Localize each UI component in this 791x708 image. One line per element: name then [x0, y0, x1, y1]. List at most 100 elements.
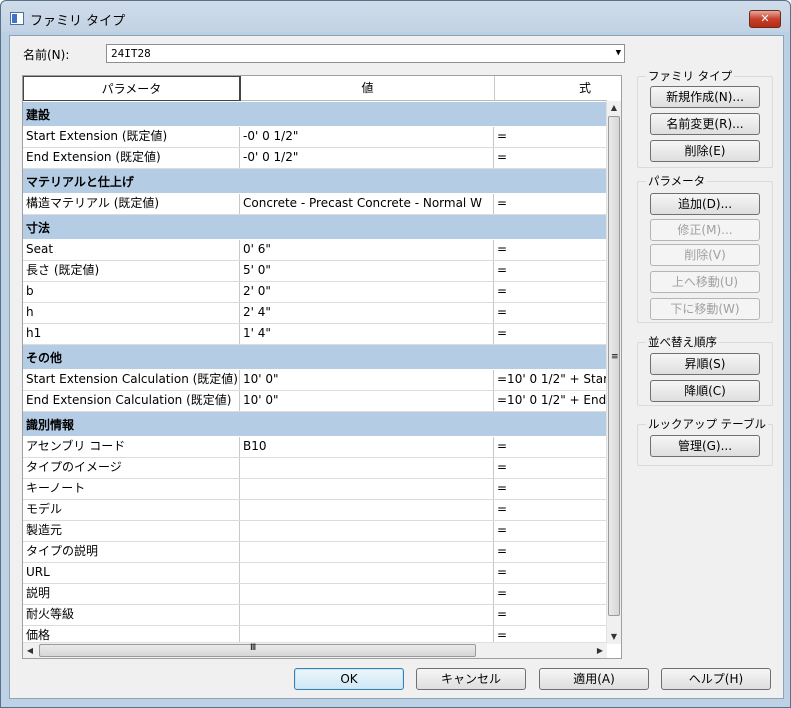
add-parameter-button[interactable]: 追加(D)...: [650, 193, 760, 215]
move-down-button[interactable]: 下に移動(W): [650, 298, 760, 320]
parameter-cell: Seat: [23, 240, 240, 260]
table-row[interactable]: h1 1' 4" =: [23, 324, 607, 345]
value-cell[interactable]: 2' 4": [240, 303, 494, 323]
table-row[interactable]: Start Extension (既定値) -0' 0 1/2" =: [23, 127, 607, 148]
table-row[interactable]: h 2' 4" =: [23, 303, 607, 324]
formula-cell[interactable]: =: [494, 479, 607, 499]
new-type-button[interactable]: 新規作成(N)...: [650, 86, 760, 108]
ok-button[interactable]: OK: [294, 668, 404, 690]
group-header[interactable]: 建設: [23, 102, 607, 127]
remove-parameter-button[interactable]: 削除(V): [650, 244, 760, 266]
sort-ascending-button[interactable]: 昇順(S): [650, 353, 760, 375]
parameter-cell: キーノート: [23, 479, 240, 499]
triangle-right-icon[interactable]: ▶: [593, 643, 607, 658]
table-row[interactable]: タイプの説明 =: [23, 542, 607, 563]
formula-cell[interactable]: =: [494, 626, 607, 642]
table-row[interactable]: End Extension (既定値) -0' 0 1/2" =: [23, 148, 607, 169]
table-row[interactable]: End Extension Calculation (既定値) 10' 0" =10…: [23, 391, 607, 412]
formula-cell[interactable]: =: [494, 521, 607, 541]
value-cell[interactable]: [240, 563, 494, 583]
table-row[interactable]: 耐火等級 =: [23, 605, 607, 626]
value-cell[interactable]: B10: [240, 437, 494, 457]
value-cell[interactable]: 2' 0": [240, 282, 494, 302]
formula-cell[interactable]: =: [494, 261, 607, 281]
formula-cell[interactable]: =10' 0 1/2" + End: [494, 391, 607, 411]
formula-cell[interactable]: =: [494, 542, 607, 562]
formula-cell[interactable]: =: [494, 584, 607, 604]
group-label: マテリアルと仕上げ: [26, 175, 134, 189]
group-header[interactable]: その他: [23, 345, 607, 370]
type-name-dropdown[interactable]: 24IT28 ▼: [106, 44, 625, 63]
column-header-parameter[interactable]: パラメータ: [23, 76, 241, 101]
formula-cell[interactable]: =: [494, 282, 607, 302]
value-cell[interactable]: 10' 0": [240, 391, 494, 411]
table-row[interactable]: URL =: [23, 563, 607, 584]
table-row[interactable]: モデル =: [23, 500, 607, 521]
table-row[interactable]: 長さ (既定値) 5' 0" =: [23, 261, 607, 282]
table-row[interactable]: Start Extension Calculation (既定値) 10' 0" =…: [23, 370, 607, 391]
value-cell[interactable]: [240, 458, 494, 478]
value-cell[interactable]: -0' 0 1/2": [240, 148, 494, 168]
vertical-scrollbar[interactable]: ▲ ≡ ▼: [606, 101, 621, 644]
formula-cell[interactable]: =: [494, 324, 607, 344]
table-row[interactable]: タイプのイメージ =: [23, 458, 607, 479]
table-row[interactable]: 製造元 =: [23, 521, 607, 542]
table-row[interactable]: アセンブリ コード B10 =: [23, 437, 607, 458]
triangle-up-icon[interactable]: ▲: [607, 101, 621, 115]
cancel-button[interactable]: キャンセル: [416, 668, 526, 690]
triangle-left-icon[interactable]: ◀: [23, 643, 37, 658]
value-cell[interactable]: 1' 4": [240, 324, 494, 344]
horizontal-scrollbar[interactable]: ◀ Ⅲ ▶: [23, 642, 607, 658]
table-row[interactable]: 説明 =: [23, 584, 607, 605]
formula-cell[interactable]: =: [494, 605, 607, 625]
formula-cell[interactable]: =10' 0 1/2" + Star: [494, 370, 607, 390]
value-cell[interactable]: 10' 0": [240, 370, 494, 390]
column-header-formula[interactable]: 式: [495, 76, 621, 101]
formula-cell[interactable]: =: [494, 303, 607, 323]
value-cell[interactable]: -0' 0 1/2": [240, 127, 494, 147]
value-cell[interactable]: [240, 479, 494, 499]
group-header[interactable]: 識別情報: [23, 412, 607, 437]
value-cell[interactable]: [240, 521, 494, 541]
value-cell[interactable]: [240, 500, 494, 520]
delete-type-button[interactable]: 削除(E): [650, 140, 760, 162]
help-button[interactable]: ヘルプ(H): [661, 668, 771, 690]
formula-cell[interactable]: =: [494, 240, 607, 260]
value-cell[interactable]: Concrete - Precast Concrete - Normal W: [240, 194, 494, 214]
triangle-down-icon[interactable]: ▼: [607, 630, 621, 644]
modify-parameter-button[interactable]: 修正(M)...: [650, 219, 760, 241]
formula-cell[interactable]: =: [494, 458, 607, 478]
move-up-button[interactable]: 上へ移動(U): [650, 271, 760, 293]
value-cell[interactable]: [240, 584, 494, 604]
table-row[interactable]: キーノート =: [23, 479, 607, 500]
formula-cell[interactable]: =: [494, 148, 607, 168]
value-cell[interactable]: 0' 6": [240, 240, 494, 260]
group-header[interactable]: 寸法: [23, 215, 607, 240]
rename-type-button[interactable]: 名前変更(R)...: [650, 113, 760, 135]
table-row[interactable]: b 2' 0" =: [23, 282, 607, 303]
formula-cell[interactable]: =: [494, 194, 607, 214]
formula-cell[interactable]: =: [494, 563, 607, 583]
column-header-value[interactable]: 値: [241, 76, 495, 101]
table-row[interactable]: 価格 =: [23, 626, 607, 642]
sort-descending-button[interactable]: 降順(C): [650, 380, 760, 402]
parameters-title: パラメータ: [646, 173, 708, 189]
close-button[interactable]: ✕: [749, 10, 781, 28]
formula-cell[interactable]: =: [494, 437, 607, 457]
value-cell[interactable]: [240, 542, 494, 562]
formula-cell[interactable]: =: [494, 127, 607, 147]
group-header[interactable]: マテリアルと仕上げ: [23, 169, 607, 194]
manage-lookup-button[interactable]: 管理(G)...: [650, 435, 760, 457]
apply-button[interactable]: 適用(A): [539, 668, 649, 690]
value-cell[interactable]: [240, 605, 494, 625]
table-row[interactable]: 構造マテリアル (既定値) Concrete - Precast Concrete…: [23, 194, 607, 215]
horizontal-scroll-thumb[interactable]: Ⅲ: [39, 643, 476, 657]
title-bar[interactable]: ファミリ タイプ ✕: [1, 1, 790, 35]
table-row[interactable]: Seat 0' 6" =: [23, 240, 607, 261]
value-cell[interactable]: [240, 626, 494, 642]
chevron-down-icon[interactable]: ▼: [616, 45, 621, 62]
vertical-scroll-thumb[interactable]: ≡: [608, 116, 620, 616]
parameter-cell: End Extension Calculation (既定値): [23, 391, 240, 411]
formula-cell[interactable]: =: [494, 500, 607, 520]
value-cell[interactable]: 5' 0": [240, 261, 494, 281]
